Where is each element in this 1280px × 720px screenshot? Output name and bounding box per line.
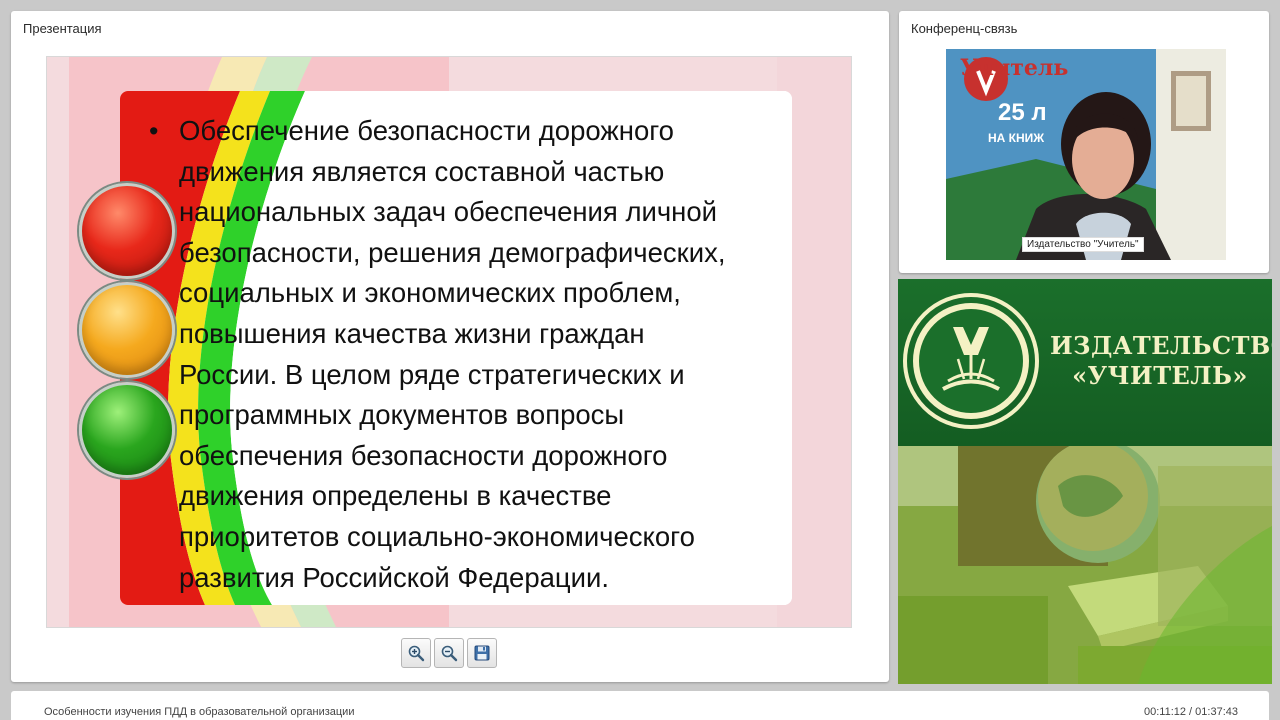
slide-text: • Обеспечение безопасности дорожного дви… — [149, 111, 759, 598]
publisher-name: ИЗДАТЕЛЬСТВО «УЧИТЕЛЬ» — [1050, 331, 1272, 391]
lecture-title: Особенности изучения ПДД в образовательн… — [44, 706, 355, 718]
poster-text: Учитель — [960, 55, 1069, 81]
slide-line: программных документов вопросы — [179, 399, 625, 431]
red-traffic-light — [79, 183, 175, 279]
presentation-slide: • Обеспечение безопасности дорожного дви… — [46, 56, 852, 628]
books-globe-photo — [898, 446, 1272, 684]
publisher-banner: ИЗДАТЕЛЬСТВО «УЧИТЕЛЬ» — [898, 279, 1272, 684]
green-traffic-light — [79, 382, 175, 478]
slide-line: приоритетов социально-экономического — [179, 520, 695, 552]
playback-time: 00:11:12 / 01:37:43 — [1144, 706, 1238, 718]
bullet-icon: • — [149, 116, 159, 146]
slide-line: развития Российской Федерации. — [179, 561, 610, 593]
banner-header: ИЗДАТЕЛЬСТВО «УЧИТЕЛЬ» — [898, 279, 1272, 446]
yellow-traffic-light — [79, 282, 175, 378]
poster-subtext: НА КНИЖ — [988, 131, 1045, 145]
player-status-bar: Особенности изучения ПДД в образовательн… — [11, 691, 1269, 720]
save-icon — [474, 645, 490, 661]
books-globe-image — [898, 446, 1272, 684]
slide-line: обеспечения безопасности дорожного — [179, 439, 668, 471]
save-button[interactable] — [467, 638, 497, 668]
slide-line: движения определены в качестве — [179, 480, 612, 512]
video-feed[interactable]: Учитель 25 л НА КНИЖ Издательство "Учите… — [946, 49, 1226, 260]
slide-line: безопасности, решения демографических, — [179, 236, 726, 268]
publisher-logo-icon — [903, 293, 1039, 429]
slide-line: России. В целом ряде стратегических и — [179, 358, 685, 390]
slide-line: движения является составной частью — [179, 155, 665, 187]
publisher-name-line1: ИЗДАТЕЛЬСТВО — [1050, 331, 1272, 360]
conference-panel: Конференц-связь Учитель 25 л НА КНИЖ Изд… — [899, 11, 1269, 273]
zoom-in-icon — [408, 645, 425, 662]
publisher-name-line2: «УЧИТЕЛЬ» — [1072, 361, 1248, 390]
zoom-out-button[interactable] — [434, 638, 464, 668]
presentation-panel: Презентация • Обеспечение безопасности д… — [11, 11, 889, 682]
participant-label: Издательство "Учитель" — [1022, 237, 1144, 252]
presentation-toolbar — [401, 638, 497, 668]
slide-line: Обеспечение безопасности дорожного — [179, 115, 674, 146]
zoom-in-button[interactable] — [401, 638, 431, 668]
slide-line: повышения качества жизни граждан — [179, 317, 645, 349]
zoom-out-icon — [441, 645, 458, 662]
poster-number: 25 л — [998, 99, 1047, 126]
slide-line: национальных задач обеспечения личной — [179, 196, 718, 228]
conference-title: Конференц-связь — [911, 21, 1018, 36]
presentation-title: Презентация — [23, 21, 102, 36]
slide-line: социальных и экономических проблем, — [179, 277, 681, 309]
